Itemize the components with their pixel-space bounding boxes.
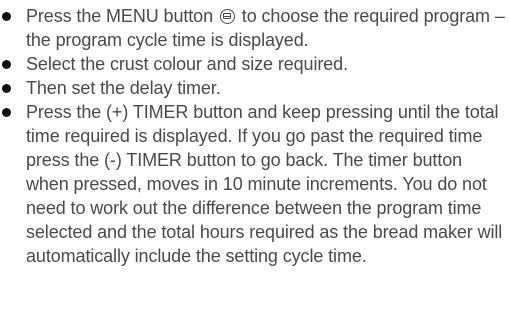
list-item: Select the crust colour and size require…: [0, 52, 508, 76]
bullet-icon: [2, 108, 11, 117]
instruction-text-delay: Then set the delay timer.: [26, 78, 221, 98]
instruction-text-timer: Press the (+) TIMER button and keep pres…: [26, 102, 503, 266]
list-item: Press the MENU button to choose the requ…: [0, 4, 508, 52]
instruction-list: Press the MENU button to choose the requ…: [0, 4, 508, 268]
instruction-text-menu-before: Press the MENU button: [26, 6, 218, 26]
list-item: Press the (+) TIMER button and keep pres…: [0, 100, 508, 268]
instructions-document: Press the MENU button to choose the requ…: [0, 0, 510, 321]
list-item: Then set the delay timer.: [0, 76, 508, 100]
instruction-text-crust: Select the crust colour and size require…: [26, 54, 348, 74]
bullet-icon: [2, 84, 11, 93]
bullet-icon: [2, 60, 11, 69]
bullet-icon: [2, 12, 11, 21]
menu-button-icon: [219, 9, 235, 24]
